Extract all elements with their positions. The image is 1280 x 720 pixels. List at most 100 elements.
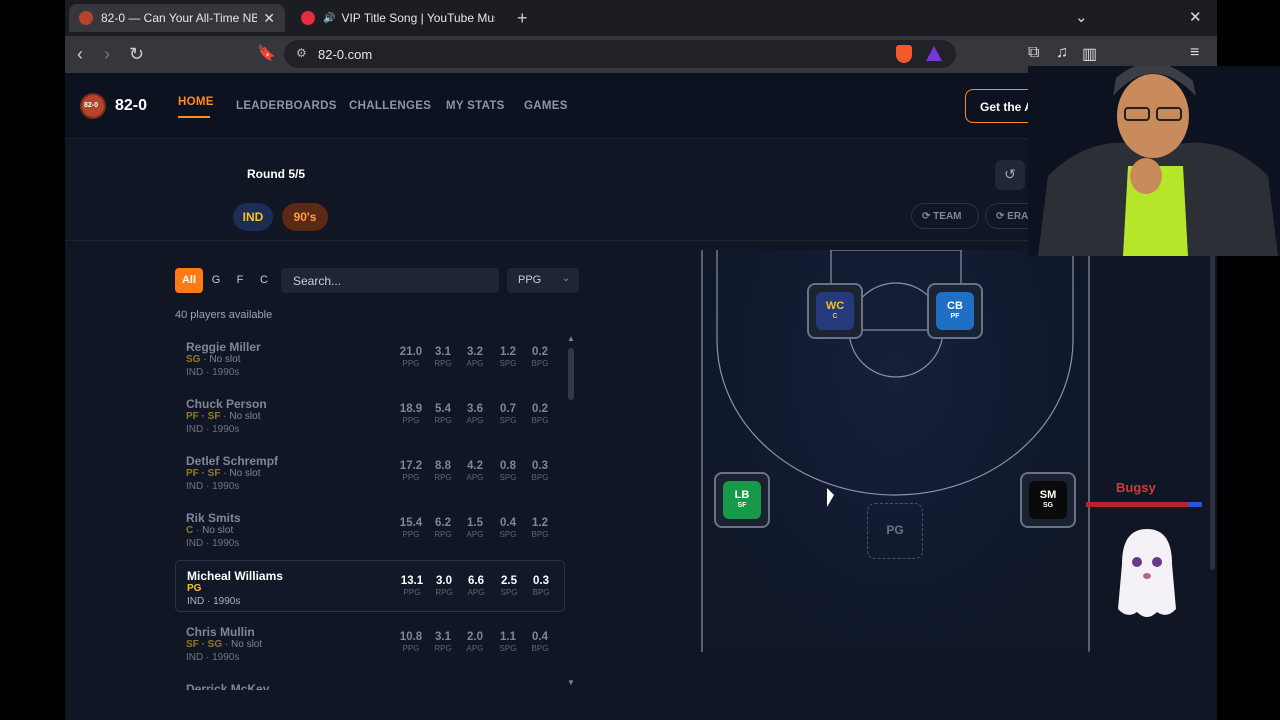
filter-guards[interactable]: G bbox=[206, 268, 226, 293]
tab-search-chevron-icon[interactable]: ⌄ bbox=[1075, 8, 1088, 26]
stat-label: SPG bbox=[499, 416, 517, 425]
stat-apg: 3.2 APG bbox=[460, 346, 490, 368]
stat-label: SPG bbox=[499, 473, 517, 482]
stat-label: APG bbox=[466, 644, 484, 653]
stat-apg: 6.6 APG bbox=[461, 575, 491, 597]
close-window-icon[interactable]: ✕ bbox=[1189, 8, 1202, 26]
list-scrollbar[interactable]: ▲ ▼ bbox=[567, 334, 575, 688]
stat-spg: 2.5 SPG bbox=[494, 575, 524, 597]
player-position: PF · SF · No slot bbox=[186, 411, 261, 422]
stat-bpg: 0.4 BPG bbox=[525, 631, 555, 653]
stat-rpg: 8.8 RPG bbox=[428, 460, 458, 482]
sidebar-icon[interactable]: ▥ bbox=[1082, 44, 1097, 64]
player-position: SF · SG · No slot bbox=[186, 639, 263, 650]
filter-forwards[interactable]: F bbox=[230, 268, 250, 293]
stat-value: 21.0 bbox=[399, 346, 423, 358]
stat-label: SPG bbox=[499, 530, 517, 539]
stat-label: APG bbox=[466, 530, 484, 539]
court-slot-pf[interactable]: CB PF bbox=[927, 283, 983, 339]
court-lines bbox=[701, 250, 1090, 652]
new-tab-plus-icon[interactable]: + bbox=[517, 8, 528, 29]
stat-value: 0.2 bbox=[532, 346, 548, 358]
player-initials: CB bbox=[947, 300, 963, 312]
player-name: Derrick McKey bbox=[186, 682, 270, 690]
brave-shields-icon[interactable] bbox=[896, 45, 912, 63]
player-row[interactable]: Rik Smits C · No slot IND · 1990s 15.4 PP… bbox=[175, 503, 565, 555]
player-row[interactable]: Reggie Miller SG · No slot IND · 1990s 2… bbox=[175, 332, 565, 384]
address-bar[interactable]: ⚙ 82-0.com bbox=[284, 40, 956, 68]
court-slot-pg-empty[interactable]: PG bbox=[867, 503, 923, 559]
stat-value: 18.9 bbox=[399, 403, 423, 415]
court-slot-sf[interactable]: LB SF bbox=[714, 472, 770, 528]
player-search-input[interactable]: Search... bbox=[281, 268, 499, 293]
tab-title: 82-0 — Can Your All-Time NBA Team bbox=[101, 11, 258, 25]
position-value: PF · SF bbox=[186, 411, 221, 422]
slot-position: SF bbox=[737, 502, 747, 509]
stat-label: RPG bbox=[434, 530, 452, 539]
stat-bpg: 0.2 BPG bbox=[525, 346, 555, 368]
bookmark-icon[interactable]: 🔖 bbox=[257, 44, 276, 62]
round-indicator: Round 5/5 bbox=[247, 167, 306, 181]
player-row[interactable]: Chris Mullin SF · SG · No slot IND · 199… bbox=[175, 617, 565, 669]
stat-apg: 4.2 APG bbox=[460, 460, 490, 482]
scroll-thumb[interactable] bbox=[568, 348, 574, 400]
player-row[interactable]: Derrick McKey bbox=[175, 674, 565, 690]
nav-challenges[interactable]: CHALLENGES bbox=[349, 100, 431, 112]
player-row[interactable]: Detlef Schrempf PF · SF · No slot IND · … bbox=[175, 446, 565, 498]
stat-label: RPG bbox=[434, 644, 452, 653]
stat-value: 6.6 bbox=[468, 575, 484, 587]
slot-position: C bbox=[832, 313, 838, 320]
stat-value: 1.2 bbox=[500, 346, 516, 358]
nav-home[interactable]: HOME bbox=[178, 96, 214, 108]
stat-label: PPG bbox=[402, 530, 420, 539]
stat-spg: 0.4 SPG bbox=[493, 517, 523, 539]
stat-value: 13.1 bbox=[400, 575, 424, 587]
nav-leaderboards[interactable]: LEADERBOARDS bbox=[236, 100, 337, 112]
sort-select[interactable]: PPG ⌄ bbox=[507, 268, 579, 293]
reset-icon[interactable]: ↺ bbox=[995, 160, 1025, 190]
stat-value: 3.6 bbox=[467, 403, 483, 415]
reroll-team-button[interactable]: ⟳ TEAM bbox=[911, 203, 979, 229]
stat-label: APG bbox=[466, 416, 484, 425]
player-badge: SM SG bbox=[1029, 481, 1067, 519]
player-team-era: IND · 1990s bbox=[186, 424, 240, 435]
back-icon[interactable]: ‹ bbox=[77, 44, 83, 65]
position-value: SF · SG bbox=[186, 639, 223, 650]
extensions-icon[interactable]: ⧉ bbox=[1028, 44, 1039, 62]
basketball-logo-icon[interactable]: 82-0 bbox=[80, 93, 106, 119]
stat-value: 1.5 bbox=[467, 517, 483, 529]
menu-icon[interactable]: ≡ bbox=[1190, 44, 1199, 62]
court-slot-c[interactable]: WC C bbox=[807, 283, 863, 339]
media-icon[interactable]: ♫ bbox=[1056, 44, 1068, 62]
forward-icon[interactable]: › bbox=[104, 44, 110, 65]
site-info-icon[interactable]: ⚙ bbox=[296, 46, 307, 60]
team-btn-label: TEAM bbox=[933, 211, 962, 222]
position-value: PG bbox=[187, 583, 202, 594]
site-logo-text[interactable]: 82-0 bbox=[115, 97, 147, 115]
tab-82-0[interactable]: 82-0 — Can Your All-Time NBA Team ✕ bbox=[69, 4, 285, 32]
player-row[interactable]: Chuck Person PF · SF · No slot IND · 199… bbox=[175, 389, 565, 441]
filter-centers[interactable]: C bbox=[254, 268, 274, 293]
overlay-username: Bugsy bbox=[1116, 480, 1156, 495]
stat-value: 6.2 bbox=[435, 517, 451, 529]
nav-my-stats[interactable]: MY STATS bbox=[446, 100, 505, 112]
brave-rewards-icon[interactable] bbox=[926, 46, 942, 61]
stat-value: 8.8 bbox=[435, 460, 451, 472]
court-slot-sg[interactable]: SM SG bbox=[1020, 472, 1076, 528]
stat-value: 1.1 bbox=[500, 631, 516, 643]
close-tab-icon[interactable]: ✕ bbox=[263, 10, 275, 27]
stat-label: BPG bbox=[531, 359, 549, 368]
reload-icon[interactable]: ↻ bbox=[129, 44, 144, 65]
stat-label: BPG bbox=[531, 416, 549, 425]
tab-youtube-music[interactable]: 🔊 VIP Title Song | YouTube Music bbox=[293, 4, 503, 32]
nav-games[interactable]: GAMES bbox=[524, 100, 568, 112]
position-value: C bbox=[186, 525, 194, 536]
scroll-down-icon[interactable]: ▼ bbox=[567, 678, 575, 687]
filter-all[interactable]: All bbox=[175, 268, 203, 293]
url-text: 82-0.com bbox=[318, 47, 373, 62]
stat-rpg: 3.1 RPG bbox=[428, 346, 458, 368]
stat-label: APG bbox=[466, 473, 484, 482]
scroll-up-icon[interactable]: ▲ bbox=[567, 334, 575, 343]
player-row-selected[interactable]: Micheal Williams PG IND · 1990s 13.1 PPG … bbox=[175, 560, 565, 612]
stat-spg: 0.8 SPG bbox=[493, 460, 523, 482]
